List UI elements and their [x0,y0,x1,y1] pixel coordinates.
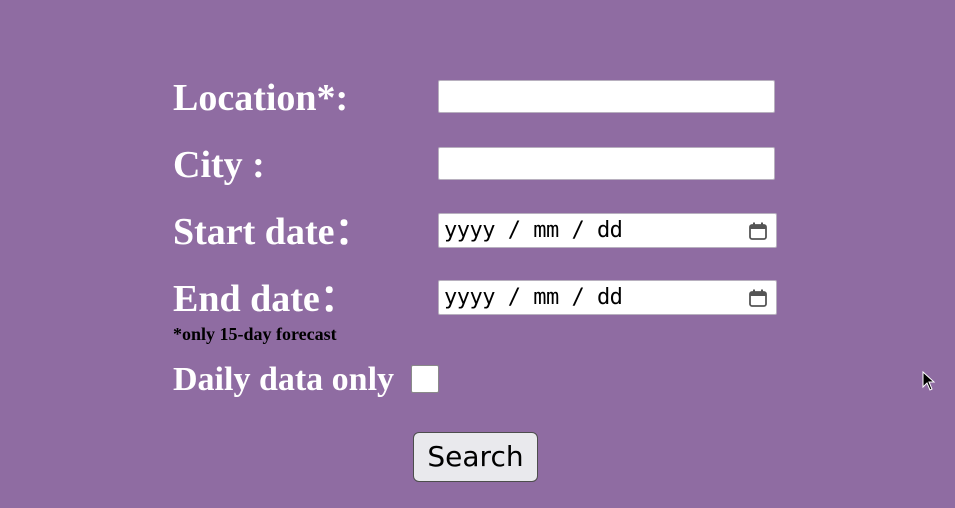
city-input[interactable] [438,147,775,180]
end-date-placeholder: yyyy / mm / dd [444,285,623,310]
calendar-icon[interactable] [748,221,768,241]
start-date-placeholder: yyyy / mm / dd [444,218,623,243]
daily-data-checkbox[interactable] [411,365,439,393]
start-date-input[interactable]: yyyy / mm / dd [438,213,777,248]
location-input[interactable] [438,80,775,113]
location-label: Location*: [173,77,349,119]
search-form: Location*: City : Start date： yyyy / mm … [0,0,955,508]
mouse-cursor-icon [922,371,936,391]
city-label: City : [173,144,265,186]
end-date-label: End date： [173,278,358,320]
search-button[interactable]: Search [413,432,538,482]
forecast-note: *only 15-day forecast [173,324,337,344]
calendar-icon[interactable] [748,288,768,308]
daily-data-label: Daily data only [173,361,395,398]
end-date-input[interactable]: yyyy / mm / dd [438,280,777,315]
start-date-label: Start date： [173,211,373,253]
